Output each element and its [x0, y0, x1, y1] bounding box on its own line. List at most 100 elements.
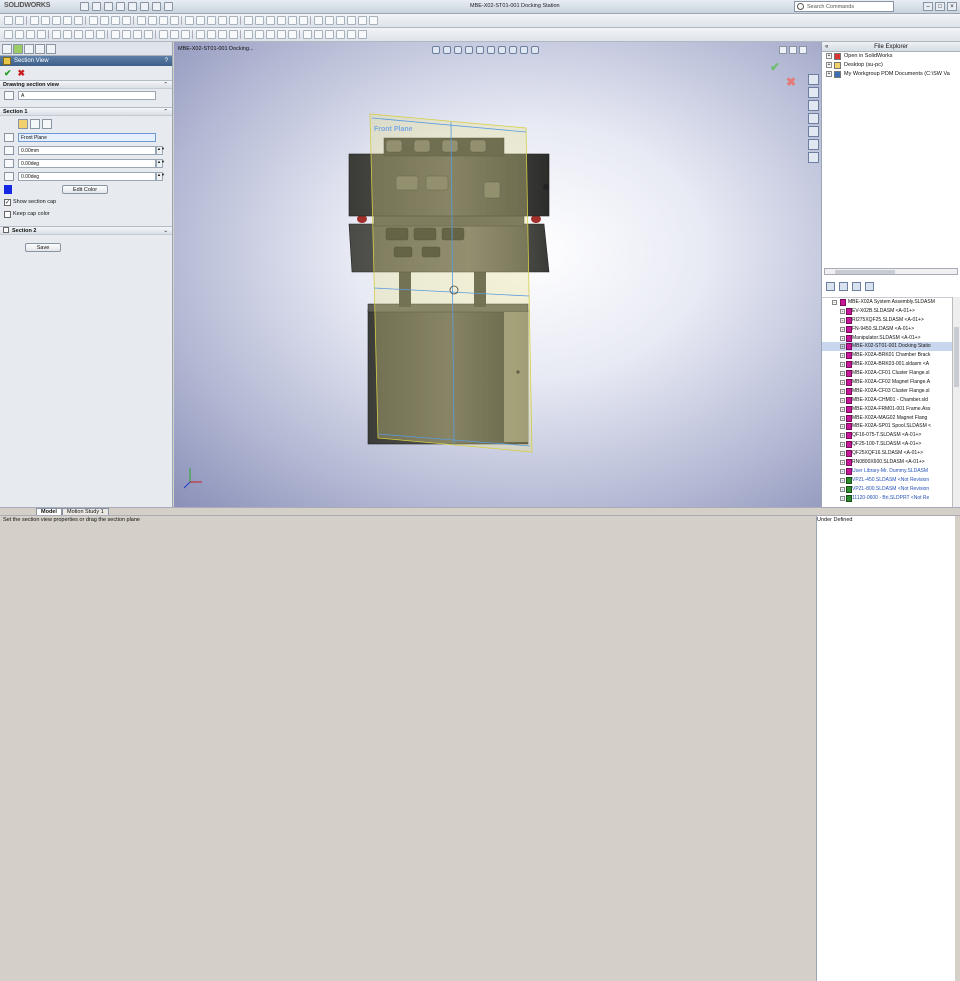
- toolbox-icon[interactable]: [325, 30, 334, 39]
- help-button[interactable]: ?: [165, 56, 168, 66]
- section-plane-field[interactable]: Front Plane: [18, 133, 156, 142]
- property-manager-tab-icon[interactable]: [13, 44, 23, 54]
- expand-icon[interactable]: +: [840, 433, 845, 439]
- instant3d-icon[interactable]: [181, 30, 190, 39]
- pdm-tree-item[interactable]: + Manipulator.SLDASM <A-01+>: [822, 334, 952, 343]
- repair-icon[interactable]: [148, 16, 157, 25]
- pdm-tree-item[interactable]: + MBE-X02A-MAG02 Magnet Flang: [822, 414, 952, 423]
- mold-tools-icon[interactable]: [218, 30, 227, 39]
- display-manager-tab-icon[interactable]: [46, 44, 56, 54]
- expand-icon[interactable]: +: [826, 62, 832, 68]
- pdm-tree-item[interactable]: + VPZL-800.SLDASM <Not Revision: [822, 485, 952, 494]
- x-rotation-field[interactable]: 0.00deg: [18, 159, 156, 168]
- save-icon[interactable]: [104, 2, 113, 11]
- pdm-root-item[interactable]: − MBE-X02A System Assembly.SLDASM: [822, 298, 952, 307]
- interference-icon[interactable]: [229, 16, 238, 25]
- weldments-icon[interactable]: [207, 30, 216, 39]
- move-component-icon[interactable]: [207, 16, 216, 25]
- expand-icon[interactable]: +: [840, 424, 845, 430]
- office-products-icon[interactable]: [266, 30, 275, 39]
- draft-icon[interactable]: [122, 30, 131, 39]
- ok-check-icon[interactable]: ✔: [4, 68, 12, 79]
- expand-chevron-icon[interactable]: ⌄: [163, 227, 168, 235]
- cut-extrude-icon[interactable]: [52, 30, 61, 39]
- scanto3d-icon[interactable]: [347, 30, 356, 39]
- rebuild-icon[interactable]: [152, 2, 161, 11]
- view-palette-icon[interactable]: [808, 126, 819, 137]
- minimize-icon[interactable]: –: [923, 2, 933, 11]
- collapse-chevron-icon[interactable]: ⌃: [163, 81, 168, 89]
- pdm-tree-item[interactable]: + VPZL-450.SLDASM <Not Revision: [822, 476, 952, 485]
- assembly-icon[interactable]: [185, 16, 194, 25]
- sketch-icon[interactable]: [4, 16, 13, 25]
- expand-icon[interactable]: +: [840, 308, 845, 314]
- quick-snaps-icon[interactable]: [159, 16, 168, 25]
- section-2-header[interactable]: Section 2 ⌄: [0, 226, 172, 235]
- expand-icon[interactable]: +: [826, 71, 832, 77]
- wrap-icon[interactable]: [133, 30, 142, 39]
- spline-icon[interactable]: [74, 16, 83, 25]
- hole-wizard-icon[interactable]: [63, 30, 72, 39]
- cancel-x-icon[interactable]: ✖: [18, 68, 26, 79]
- scroll-thumb[interactable]: [954, 327, 959, 387]
- photoview-icon[interactable]: [288, 30, 297, 39]
- line-icon[interactable]: [30, 16, 39, 25]
- feature-manager-tab-icon[interactable]: [2, 44, 12, 54]
- circle-icon[interactable]: [52, 16, 61, 25]
- expand-icon[interactable]: +: [826, 53, 832, 59]
- layer-icon[interactable]: [303, 30, 312, 39]
- pdm-tree-item[interactable]: +11120-0600 - Bri.SLDPRT <Not Re: [822, 494, 952, 503]
- graphics-area[interactable]: MBE-X02-ST01-001 Docking... ✔ ✖ Front Pl…: [174, 42, 821, 507]
- rectangle-icon[interactable]: [41, 16, 50, 25]
- reverse-section-icon[interactable]: [4, 133, 14, 142]
- reference-geometry-icon[interactable]: [159, 30, 168, 39]
- print-icon[interactable]: [116, 2, 125, 11]
- mirror-icon[interactable]: [111, 16, 120, 25]
- pdm-tree-item[interactable]: + MBE-X02A-BRK03-001.sldasm <A: [822, 360, 952, 369]
- solidworks-resources-icon[interactable]: [808, 74, 819, 85]
- expand-icon[interactable]: +: [840, 371, 845, 377]
- expand-icon[interactable]: +: [840, 380, 845, 386]
- y-rotation-spinner[interactable]: ▲▼: [156, 172, 165, 181]
- configuration-manager-tab-icon[interactable]: [24, 44, 34, 54]
- simulation-icon[interactable]: [277, 30, 286, 39]
- curves-icon[interactable]: [170, 30, 179, 39]
- pdm-tree-item[interactable]: + QF25-100-T.SLDASM <A-01+>: [822, 440, 952, 449]
- pdm-tree-item[interactable]: + MBE-X02A-CHM01 - Chamber.sld: [822, 396, 952, 405]
- expand-icon[interactable]: +: [840, 495, 845, 501]
- shell-icon[interactable]: [96, 30, 105, 39]
- pdm-view-icon[interactable]: [852, 282, 861, 291]
- pdm-tree-item[interactable]: + QF16-075-T.SLDASM <A-01+>: [822, 431, 952, 440]
- search-tab-icon[interactable]: [808, 113, 819, 124]
- pdm-refresh-icon[interactable]: [826, 282, 835, 291]
- docking-station-model[interactable]: [174, 42, 821, 507]
- expand-icon[interactable]: +: [840, 388, 845, 394]
- measure-icon[interactable]: [314, 16, 323, 25]
- show-section-cap-checkbox[interactable]: ✓: [4, 199, 11, 206]
- pdm-vscroll[interactable]: [952, 297, 960, 507]
- design-library-icon[interactable]: [808, 87, 819, 98]
- tolanalyst-icon[interactable]: [358, 30, 367, 39]
- sheet-metal-icon[interactable]: [196, 30, 205, 39]
- reverse-direction-icon[interactable]: [42, 119, 52, 129]
- loft-icon[interactable]: [37, 30, 46, 39]
- extrude-icon[interactable]: [4, 30, 13, 39]
- expand-icon[interactable]: +: [840, 326, 845, 332]
- undo-icon[interactable]: [128, 2, 137, 11]
- expand-icon[interactable]: +: [840, 344, 845, 350]
- drawing-section-view-header[interactable]: Drawing section view ⌃: [0, 80, 172, 89]
- mate-icon[interactable]: [196, 16, 205, 25]
- scroll-thumb[interactable]: [835, 270, 895, 274]
- maximize-icon[interactable]: □: [935, 2, 945, 11]
- expand-icon[interactable]: +: [840, 353, 845, 359]
- expand-icon[interactable]: +: [840, 442, 845, 448]
- keep-cap-color-checkbox[interactable]: [4, 211, 11, 218]
- close-icon[interactable]: ×: [947, 2, 957, 11]
- pdm-search-icon[interactable]: [369, 16, 378, 25]
- expand-icon[interactable]: +: [840, 486, 845, 492]
- pdm-tree-item[interactable]: + MBE-X02-ST01-001 Docking Statio: [822, 342, 952, 352]
- y-rotation-field[interactable]: 0.00deg: [18, 172, 156, 181]
- surfaces-icon[interactable]: [229, 30, 238, 39]
- offset-icon[interactable]: [100, 16, 109, 25]
- pdm-tree-item[interactable]: + MBE-X02A-SP01 Spool.SLDASM <: [822, 422, 952, 431]
